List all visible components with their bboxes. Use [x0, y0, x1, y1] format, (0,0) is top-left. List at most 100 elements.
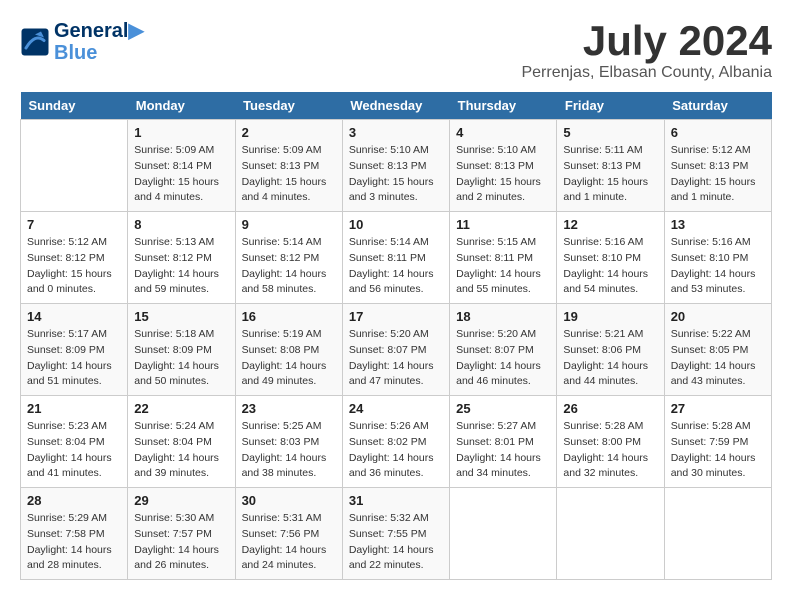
- day-number: 8: [134, 217, 228, 232]
- day-info: Sunrise: 5:10 AMSunset: 8:13 PMDaylight:…: [456, 143, 550, 206]
- calendar-cell: 13Sunrise: 5:16 AMSunset: 8:10 PMDayligh…: [664, 212, 771, 304]
- day-number: 7: [27, 217, 121, 232]
- calendar-cell: [664, 488, 771, 580]
- calendar-body: 1 Sunrise: 5:09 AMSunset: 8:14 PMDaylight…: [21, 120, 772, 580]
- day-info: Sunrise: 5:29 AMSunset: 7:58 PMDaylight:…: [27, 511, 121, 574]
- day-number: 9: [242, 217, 336, 232]
- calendar-cell: 2Sunrise: 5:09 AMSunset: 8:13 PMDaylight…: [235, 120, 342, 212]
- day-number: 15: [134, 309, 228, 324]
- day-info: Sunrise: 5:11 AMSunset: 8:13 PMDaylight:…: [563, 143, 657, 206]
- day-number: 24: [349, 401, 443, 416]
- calendar-cell: 17Sunrise: 5:20 AMSunset: 8:07 PMDayligh…: [342, 304, 449, 396]
- calendar-cell: 7 Sunrise: 5:12 AMSunset: 8:12 PMDaylight…: [21, 212, 128, 304]
- weekday-header: Saturday: [664, 92, 771, 120]
- day-number: 18: [456, 309, 550, 324]
- calendar-cell: 30 Sunrise: 5:31 AMSunset: 7:56 PMDayligh…: [235, 488, 342, 580]
- day-number: 17: [349, 309, 443, 324]
- day-info: Sunrise: 5:25 AMSunset: 8:03 PMDaylight:…: [242, 419, 336, 482]
- day-number: 16: [242, 309, 336, 324]
- weekday-header: Friday: [557, 92, 664, 120]
- day-number: 6: [671, 125, 765, 140]
- day-info: Sunrise: 5:28 AMSunset: 8:00 PMDaylight:…: [563, 419, 657, 482]
- day-info: Sunrise: 5:18 AMSunset: 8:09 PMDaylight:…: [134, 327, 228, 390]
- day-info: Sunrise: 5:22 AMSunset: 8:05 PMDaylight:…: [671, 327, 765, 390]
- calendar-cell: 9 Sunrise: 5:14 AMSunset: 8:12 PMDaylight…: [235, 212, 342, 304]
- calendar-cell: 27 Sunrise: 5:28 AMSunset: 7:59 PMDayligh…: [664, 396, 771, 488]
- calendar-week-row: 7 Sunrise: 5:12 AMSunset: 8:12 PMDaylight…: [21, 212, 772, 304]
- day-info: Sunrise: 5:32 AMSunset: 7:55 PMDaylight:…: [349, 511, 443, 574]
- calendar-header: SundayMondayTuesdayWednesdayThursdayFrid…: [21, 92, 772, 120]
- day-number: 4: [456, 125, 550, 140]
- day-info: Sunrise: 5:19 AMSunset: 8:08 PMDaylight:…: [242, 327, 336, 390]
- calendar-week-row: 1 Sunrise: 5:09 AMSunset: 8:14 PMDaylight…: [21, 120, 772, 212]
- day-info: Sunrise: 5:13 AMSunset: 8:12 PMDaylight:…: [134, 235, 228, 298]
- weekday-header: Thursday: [450, 92, 557, 120]
- day-info: Sunrise: 5:28 AMSunset: 7:59 PMDaylight:…: [671, 419, 765, 482]
- calendar-cell: 6 Sunrise: 5:12 AMSunset: 8:13 PMDaylight…: [664, 120, 771, 212]
- month-title: July 2024: [521, 20, 772, 62]
- day-info: Sunrise: 5:09 AMSunset: 8:14 PMDaylight:…: [134, 143, 228, 206]
- day-info: Sunrise: 5:30 AMSunset: 7:57 PMDaylight:…: [134, 511, 228, 574]
- day-number: 31: [349, 493, 443, 508]
- calendar-cell: 11Sunrise: 5:15 AMSunset: 8:11 PMDayligh…: [450, 212, 557, 304]
- calendar-cell: 4 Sunrise: 5:10 AMSunset: 8:13 PMDaylight…: [450, 120, 557, 212]
- day-number: 25: [456, 401, 550, 416]
- day-number: 19: [563, 309, 657, 324]
- logo-text: General▶: [54, 20, 144, 42]
- calendar-cell: [21, 120, 128, 212]
- calendar-week-row: 28 Sunrise: 5:29 AMSunset: 7:58 PMDayligh…: [21, 488, 772, 580]
- day-number: 22: [134, 401, 228, 416]
- day-number: 30: [242, 493, 336, 508]
- calendar-cell: 5 Sunrise: 5:11 AMSunset: 8:13 PMDaylight…: [557, 120, 664, 212]
- weekday-header: Monday: [128, 92, 235, 120]
- calendar-cell: 23 Sunrise: 5:25 AMSunset: 8:03 PMDayligh…: [235, 396, 342, 488]
- logo: General▶ Blue: [20, 20, 144, 64]
- calendar-cell: 19 Sunrise: 5:21 AMSunset: 8:06 PMDayligh…: [557, 304, 664, 396]
- calendar-cell: 25Sunrise: 5:27 AMSunset: 8:01 PMDayligh…: [450, 396, 557, 488]
- day-info: Sunrise: 5:21 AMSunset: 8:06 PMDaylight:…: [563, 327, 657, 390]
- day-number: 29: [134, 493, 228, 508]
- day-number: 20: [671, 309, 765, 324]
- calendar-cell: 15 Sunrise: 5:18 AMSunset: 8:09 PMDayligh…: [128, 304, 235, 396]
- calendar-table: SundayMondayTuesdayWednesdayThursdayFrid…: [20, 92, 772, 580]
- day-number: 10: [349, 217, 443, 232]
- calendar-cell: 12Sunrise: 5:16 AMSunset: 8:10 PMDayligh…: [557, 212, 664, 304]
- day-number: 3: [349, 125, 443, 140]
- calendar-cell: 1 Sunrise: 5:09 AMSunset: 8:14 PMDaylight…: [128, 120, 235, 212]
- day-info: Sunrise: 5:15 AMSunset: 8:11 PMDaylight:…: [456, 235, 550, 298]
- day-info: Sunrise: 5:16 AMSunset: 8:10 PMDaylight:…: [671, 235, 765, 298]
- day-number: 5: [563, 125, 657, 140]
- day-number: 1: [134, 125, 228, 140]
- logo-subtext: Blue: [54, 42, 144, 64]
- page-header: General▶ Blue July 2024 Perrenjas, Elbas…: [20, 20, 772, 82]
- day-info: Sunrise: 5:24 AMSunset: 8:04 PMDaylight:…: [134, 419, 228, 482]
- location-subtitle: Perrenjas, Elbasan County, Albania: [521, 64, 772, 82]
- title-block: July 2024 Perrenjas, Elbasan County, Alb…: [521, 20, 772, 82]
- calendar-cell: 8 Sunrise: 5:13 AMSunset: 8:12 PMDaylight…: [128, 212, 235, 304]
- calendar-cell: 31 Sunrise: 5:32 AMSunset: 7:55 PMDayligh…: [342, 488, 449, 580]
- calendar-week-row: 21Sunrise: 5:23 AMSunset: 8:04 PMDayligh…: [21, 396, 772, 488]
- day-number: 26: [563, 401, 657, 416]
- day-info: Sunrise: 5:23 AMSunset: 8:04 PMDaylight:…: [27, 419, 121, 482]
- calendar-week-row: 14Sunrise: 5:17 AMSunset: 8:09 PMDayligh…: [21, 304, 772, 396]
- day-info: Sunrise: 5:14 AMSunset: 8:12 PMDaylight:…: [242, 235, 336, 298]
- day-info: Sunrise: 5:12 AMSunset: 8:12 PMDaylight:…: [27, 235, 121, 298]
- day-info: Sunrise: 5:17 AMSunset: 8:09 PMDaylight:…: [27, 327, 121, 390]
- calendar-cell: 22 Sunrise: 5:24 AMSunset: 8:04 PMDayligh…: [128, 396, 235, 488]
- day-info: Sunrise: 5:16 AMSunset: 8:10 PMDaylight:…: [563, 235, 657, 298]
- day-info: Sunrise: 5:09 AMSunset: 8:13 PMDaylight:…: [242, 143, 336, 206]
- day-info: Sunrise: 5:20 AMSunset: 8:07 PMDaylight:…: [456, 327, 550, 390]
- day-number: 27: [671, 401, 765, 416]
- day-number: 23: [242, 401, 336, 416]
- day-number: 28: [27, 493, 121, 508]
- weekday-header: Tuesday: [235, 92, 342, 120]
- calendar-cell: 14Sunrise: 5:17 AMSunset: 8:09 PMDayligh…: [21, 304, 128, 396]
- day-info: Sunrise: 5:31 AMSunset: 7:56 PMDaylight:…: [242, 511, 336, 574]
- calendar-cell: 18 Sunrise: 5:20 AMSunset: 8:07 PMDayligh…: [450, 304, 557, 396]
- calendar-cell: 20 Sunrise: 5:22 AMSunset: 8:05 PMDayligh…: [664, 304, 771, 396]
- weekday-header: Wednesday: [342, 92, 449, 120]
- day-info: Sunrise: 5:14 AMSunset: 8:11 PMDaylight:…: [349, 235, 443, 298]
- logo-icon: [20, 27, 50, 57]
- day-info: Sunrise: 5:12 AMSunset: 8:13 PMDaylight:…: [671, 143, 765, 206]
- calendar-cell: 10 Sunrise: 5:14 AMSunset: 8:11 PMDayligh…: [342, 212, 449, 304]
